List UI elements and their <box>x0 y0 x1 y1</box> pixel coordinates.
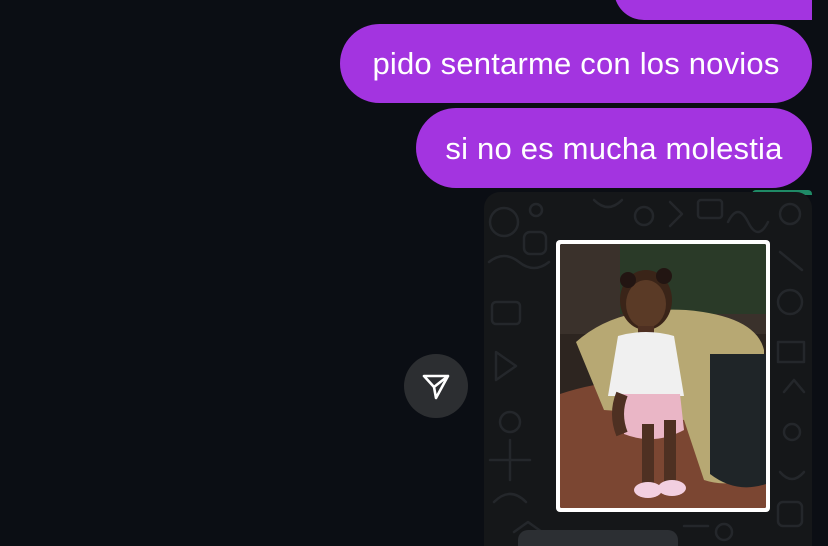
shared-photo[interactable] <box>556 240 770 512</box>
chat-thread: pido sentarme con los novios si no es mu… <box>0 0 828 546</box>
message-text: pido sentarme con los novios <box>372 46 780 81</box>
message-bubble[interactable]: pido sentarme con los novios <box>340 24 812 103</box>
message-bubble[interactable] <box>614 0 812 20</box>
send-button[interactable] <box>404 354 468 418</box>
send-icon <box>422 374 450 400</box>
message-text: si no es mucha molestia <box>445 130 783 166</box>
shared-post-card[interactable] <box>484 192 812 546</box>
photo-image <box>560 244 766 508</box>
shared-post-caption-bar <box>518 530 678 546</box>
message-bubble[interactable]: si no es mucha molestia <box>416 108 812 188</box>
